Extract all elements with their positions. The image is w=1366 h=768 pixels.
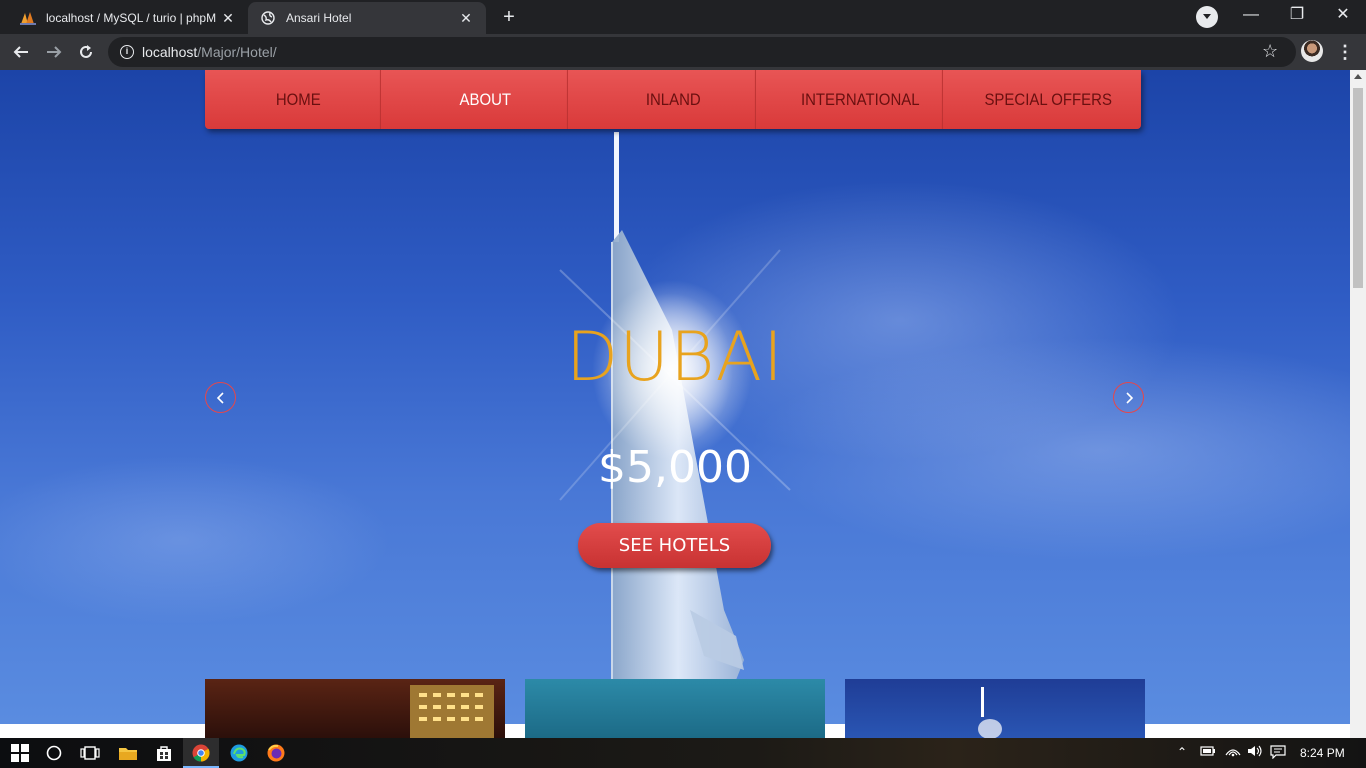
firefox-icon[interactable] xyxy=(265,742,287,764)
tray-chevron-up-icon[interactable]: ⌃ xyxy=(1177,745,1187,759)
chevron-right-icon xyxy=(1125,392,1133,404)
back-arrow-icon[interactable] xyxy=(8,39,34,65)
forward-arrow-icon[interactable] xyxy=(41,39,67,65)
minimize-icon[interactable]: — xyxy=(1228,0,1274,30)
wifi-icon[interactable] xyxy=(1225,745,1241,760)
browser-tab-strip: localhost / MySQL / turio | phpM ✕ Ansar… xyxy=(0,0,1366,34)
site-navigation: HOME ABOUT INLAND INTERNATIONAL SPECIAL … xyxy=(205,70,1141,129)
page-scrollbar[interactable] xyxy=(1350,70,1366,738)
slide-price: $5,000 xyxy=(598,442,752,493)
windows-start-icon[interactable] xyxy=(9,742,31,764)
destination-thumbnail[interactable] xyxy=(525,679,825,738)
file-explorer-icon[interactable] xyxy=(117,742,139,764)
edge-icon[interactable] xyxy=(228,742,250,764)
page-viewport: HOME ABOUT INLAND INTERNATIONAL SPECIAL … xyxy=(0,70,1350,738)
tab-search-icon[interactable] xyxy=(1196,6,1218,28)
tab-title: Ansari Hotel xyxy=(286,11,352,25)
restore-icon[interactable]: ❐ xyxy=(1274,0,1320,30)
bookmark-star-icon[interactable]: ☆ xyxy=(1262,41,1278,61)
scrollbar-thumb[interactable] xyxy=(1353,88,1363,288)
taskbar-clock[interactable]: 8:24 PM xyxy=(1300,746,1345,760)
new-tab-button[interactable]: + xyxy=(497,5,521,29)
nav-home[interactable]: HOME xyxy=(216,70,382,129)
close-tab-icon[interactable]: ✕ xyxy=(458,10,474,26)
slide-title: DUBAI xyxy=(565,318,785,397)
search-circle-icon[interactable] xyxy=(43,742,65,764)
nav-about[interactable]: ABOUT xyxy=(404,70,569,129)
chrome-icon[interactable] xyxy=(190,742,212,764)
nav-inland[interactable]: INLAND xyxy=(591,70,756,129)
tower-illustration xyxy=(559,132,791,724)
chevron-left-icon xyxy=(216,392,224,404)
destination-thumbnail[interactable] xyxy=(205,679,505,738)
scroll-up-icon[interactable] xyxy=(1354,74,1362,79)
volume-icon[interactable] xyxy=(1247,745,1263,760)
tab-ansari-hotel[interactable]: Ansari Hotel ✕ xyxy=(248,2,486,34)
reload-icon[interactable] xyxy=(73,39,99,65)
store-icon[interactable] xyxy=(153,742,175,764)
notification-icon[interactable] xyxy=(1270,745,1286,762)
windows-taskbar: ⌃ 8:24 PM xyxy=(0,738,1366,768)
url-path: /Major/Hotel/ xyxy=(197,44,277,60)
more-menu-icon[interactable]: ⋮ xyxy=(1336,40,1354,64)
see-hotels-button[interactable]: SEE HOTELS xyxy=(578,523,771,568)
address-bar[interactable]: i localhost/Major/Hotel/ xyxy=(108,37,1296,67)
nav-international[interactable]: INTERNATIONAL xyxy=(778,70,944,129)
slider-next-button[interactable] xyxy=(1113,382,1144,413)
phpmyadmin-icon xyxy=(20,10,36,26)
browser-toolbar: i localhost/Major/Hotel/ ☆ ⋮ xyxy=(0,34,1366,70)
tab-title: localhost / MySQL / turio | phpM xyxy=(46,11,217,25)
slider-prev-button[interactable] xyxy=(205,382,236,413)
url-host: localhost xyxy=(142,44,198,60)
destination-thumbnail[interactable] xyxy=(845,679,1145,738)
tab-phpmyadmin[interactable]: localhost / MySQL / turio | phpM ✕ xyxy=(8,2,248,34)
close-window-icon[interactable]: ✕ xyxy=(1320,0,1366,30)
close-tab-icon[interactable]: ✕ xyxy=(220,10,236,26)
task-view-icon[interactable] xyxy=(79,742,101,764)
site-info-icon[interactable]: i xyxy=(120,45,134,59)
globe-icon xyxy=(260,10,276,26)
nav-special-offers[interactable]: SPECIAL OFFERS xyxy=(966,70,1130,129)
profile-avatar[interactable] xyxy=(1301,40,1323,62)
battery-icon[interactable] xyxy=(1200,745,1216,760)
